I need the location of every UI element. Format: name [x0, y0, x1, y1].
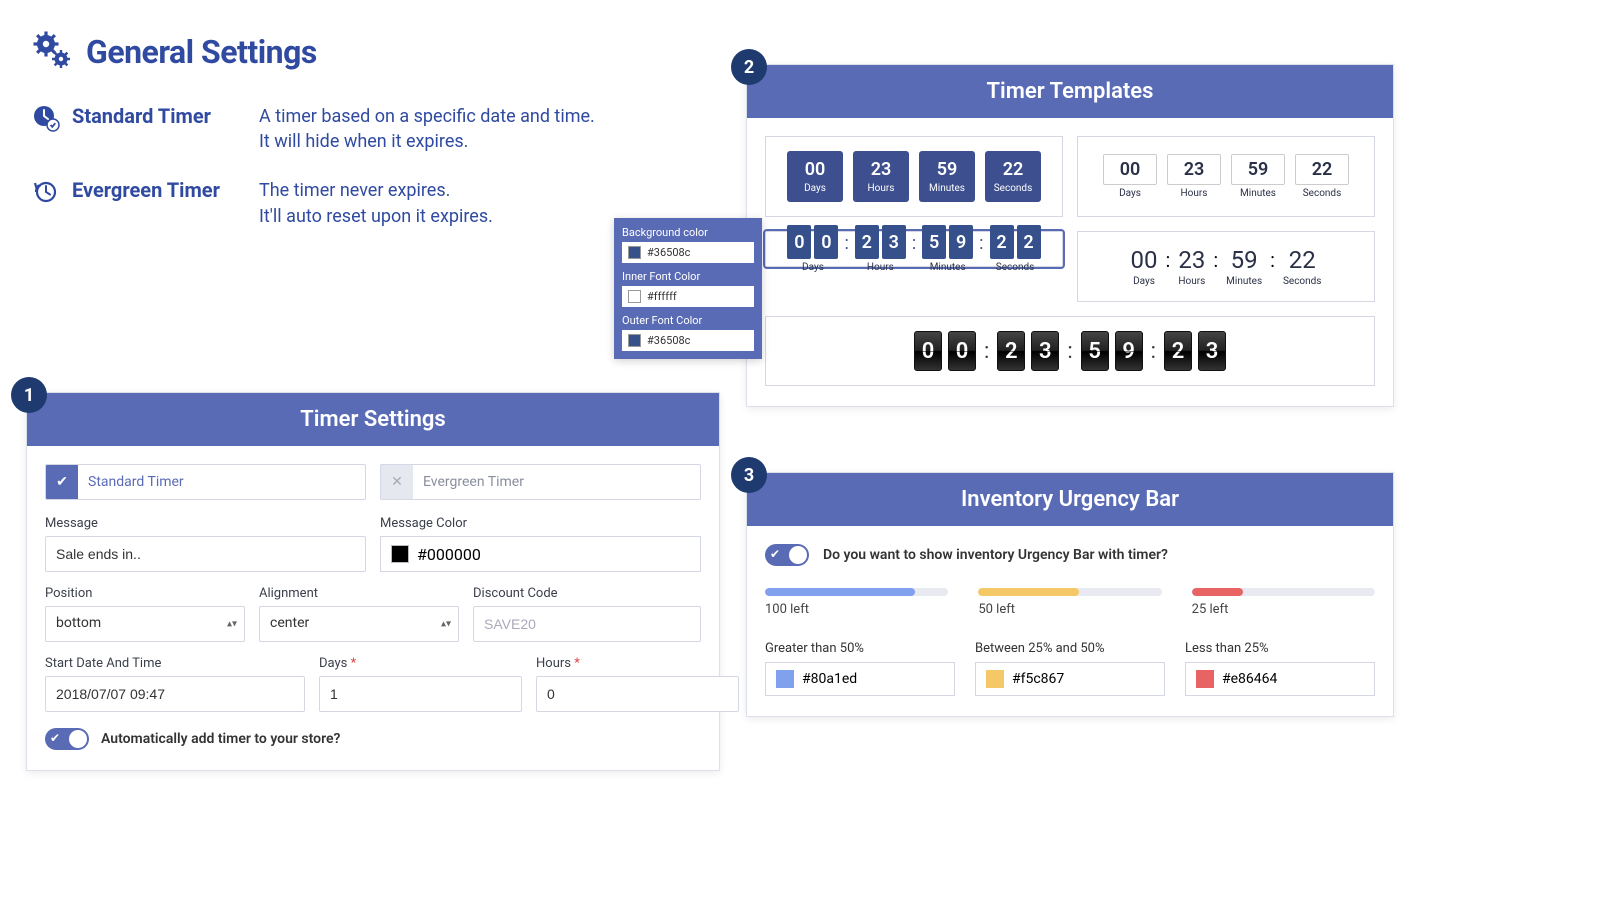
color-swatch-icon [391, 545, 409, 563]
lt25-color-input[interactable]: #e86464 [1185, 662, 1375, 696]
check-icon: ✔ [50, 731, 60, 745]
discount-label: Discount Code [473, 586, 701, 601]
standard-timer-desc: A timer based on a specific date and tim… [259, 104, 595, 154]
template-card-1[interactable]: 00Days 23Hours 59Minutes 22Seconds [765, 136, 1063, 217]
timer-templates-header: Timer Templates [747, 65, 1393, 118]
timer-templates-panel: 2 Timer Templates 00Days 23Hours 59Minut… [746, 64, 1394, 407]
template-card-5[interactable]: 00 : 23 : 59 : 23 [765, 316, 1375, 386]
outer-font-input[interactable]: #36508c [622, 330, 754, 351]
start-datetime-input[interactable] [45, 676, 305, 712]
bg-color-label: Background color [622, 226, 754, 239]
message-input[interactable] [45, 536, 366, 572]
timer-settings-panel: 1 Timer Settings ✔ Standard Timer ✕ Ever… [26, 392, 720, 771]
position-label: Position [45, 586, 245, 601]
timer-settings-header: Timer Settings [27, 393, 719, 446]
start-label: Start Date And Time [45, 656, 305, 671]
badge-1: 1 [11, 377, 47, 413]
bar-100: 100 left [765, 588, 948, 617]
hours-label: Hours * [536, 656, 739, 671]
inner-font-input[interactable]: #ffffff [622, 286, 754, 307]
template-card-4[interactable]: 00Days : 23Hours : 59Minutes : 22Seconds [1077, 231, 1375, 302]
badge-2: 2 [731, 49, 767, 85]
color-popover: Background color #36508c Inner Font Colo… [614, 218, 762, 359]
outer-font-label: Outer Font Color [622, 314, 754, 327]
evergreen-timer-label: Evergreen Timer [72, 178, 247, 202]
auto-add-toggle[interactable]: ✔ [45, 728, 89, 750]
hours-input[interactable] [536, 676, 739, 712]
bt2550-label: Between 25% and 50% [975, 641, 1165, 656]
color-swatch-icon [1196, 670, 1214, 688]
gt50-color-input[interactable]: #80a1ed [765, 662, 955, 696]
urgency-toggle[interactable]: ✔ [765, 544, 809, 566]
color-swatch-icon [628, 334, 641, 347]
bar-50: 50 left [978, 588, 1161, 617]
badge-3: 3 [731, 457, 767, 493]
alignment-select[interactable]: center [259, 606, 459, 642]
tab-standard-timer[interactable]: ✔ Standard Timer [45, 464, 366, 500]
inner-font-label: Inner Font Color [622, 270, 754, 283]
close-icon: ✕ [381, 465, 413, 499]
position-select[interactable]: bottom [45, 606, 245, 642]
auto-add-label: Automatically add timer to your store? [101, 731, 340, 747]
check-icon: ✔ [770, 547, 780, 561]
check-icon: ✔ [46, 465, 78, 499]
inventory-urgency-panel: 3 Inventory Urgency Bar ✔ Do you want to… [746, 472, 1394, 717]
urgency-toggle-label: Do you want to show inventory Urgency Ba… [823, 547, 1168, 563]
message-label: Message [45, 516, 366, 531]
days-input[interactable] [319, 676, 522, 712]
inventory-urgency-header: Inventory Urgency Bar [747, 473, 1393, 526]
gears-icon [32, 30, 72, 74]
template-card-2[interactable]: 00Days 23Hours 59Minutes 22Seconds [1077, 136, 1375, 217]
color-swatch-icon [986, 670, 1004, 688]
color-swatch-icon [628, 246, 641, 259]
color-swatch-icon [628, 290, 641, 303]
clock-check-icon [32, 104, 60, 132]
message-color-label: Message Color [380, 516, 701, 531]
evergreen-timer-desc: The timer never expires. It'll auto rese… [259, 178, 493, 228]
template-card-3[interactable]: 00Days : 23Hours : 59Minutes : 22Seconds [765, 231, 1063, 267]
standard-timer-label: Standard Timer [72, 104, 247, 128]
color-swatch-icon [776, 670, 794, 688]
clock-reset-icon [32, 178, 60, 206]
alignment-label: Alignment [259, 586, 459, 601]
discount-input[interactable] [473, 606, 701, 642]
lt25-label: Less than 25% [1185, 641, 1375, 656]
bar-25: 25 left [1192, 588, 1375, 617]
page-title-text: General Settings [86, 33, 317, 71]
days-label: Days * [319, 656, 522, 671]
gt50-label: Greater than 50% [765, 641, 955, 656]
bg-color-input[interactable]: #36508c [622, 242, 754, 263]
message-color-input[interactable]: #000000 [380, 536, 701, 572]
bt2550-color-input[interactable]: #f5c867 [975, 662, 1165, 696]
tab-evergreen-timer[interactable]: ✕ Evergreen Timer [380, 464, 701, 500]
